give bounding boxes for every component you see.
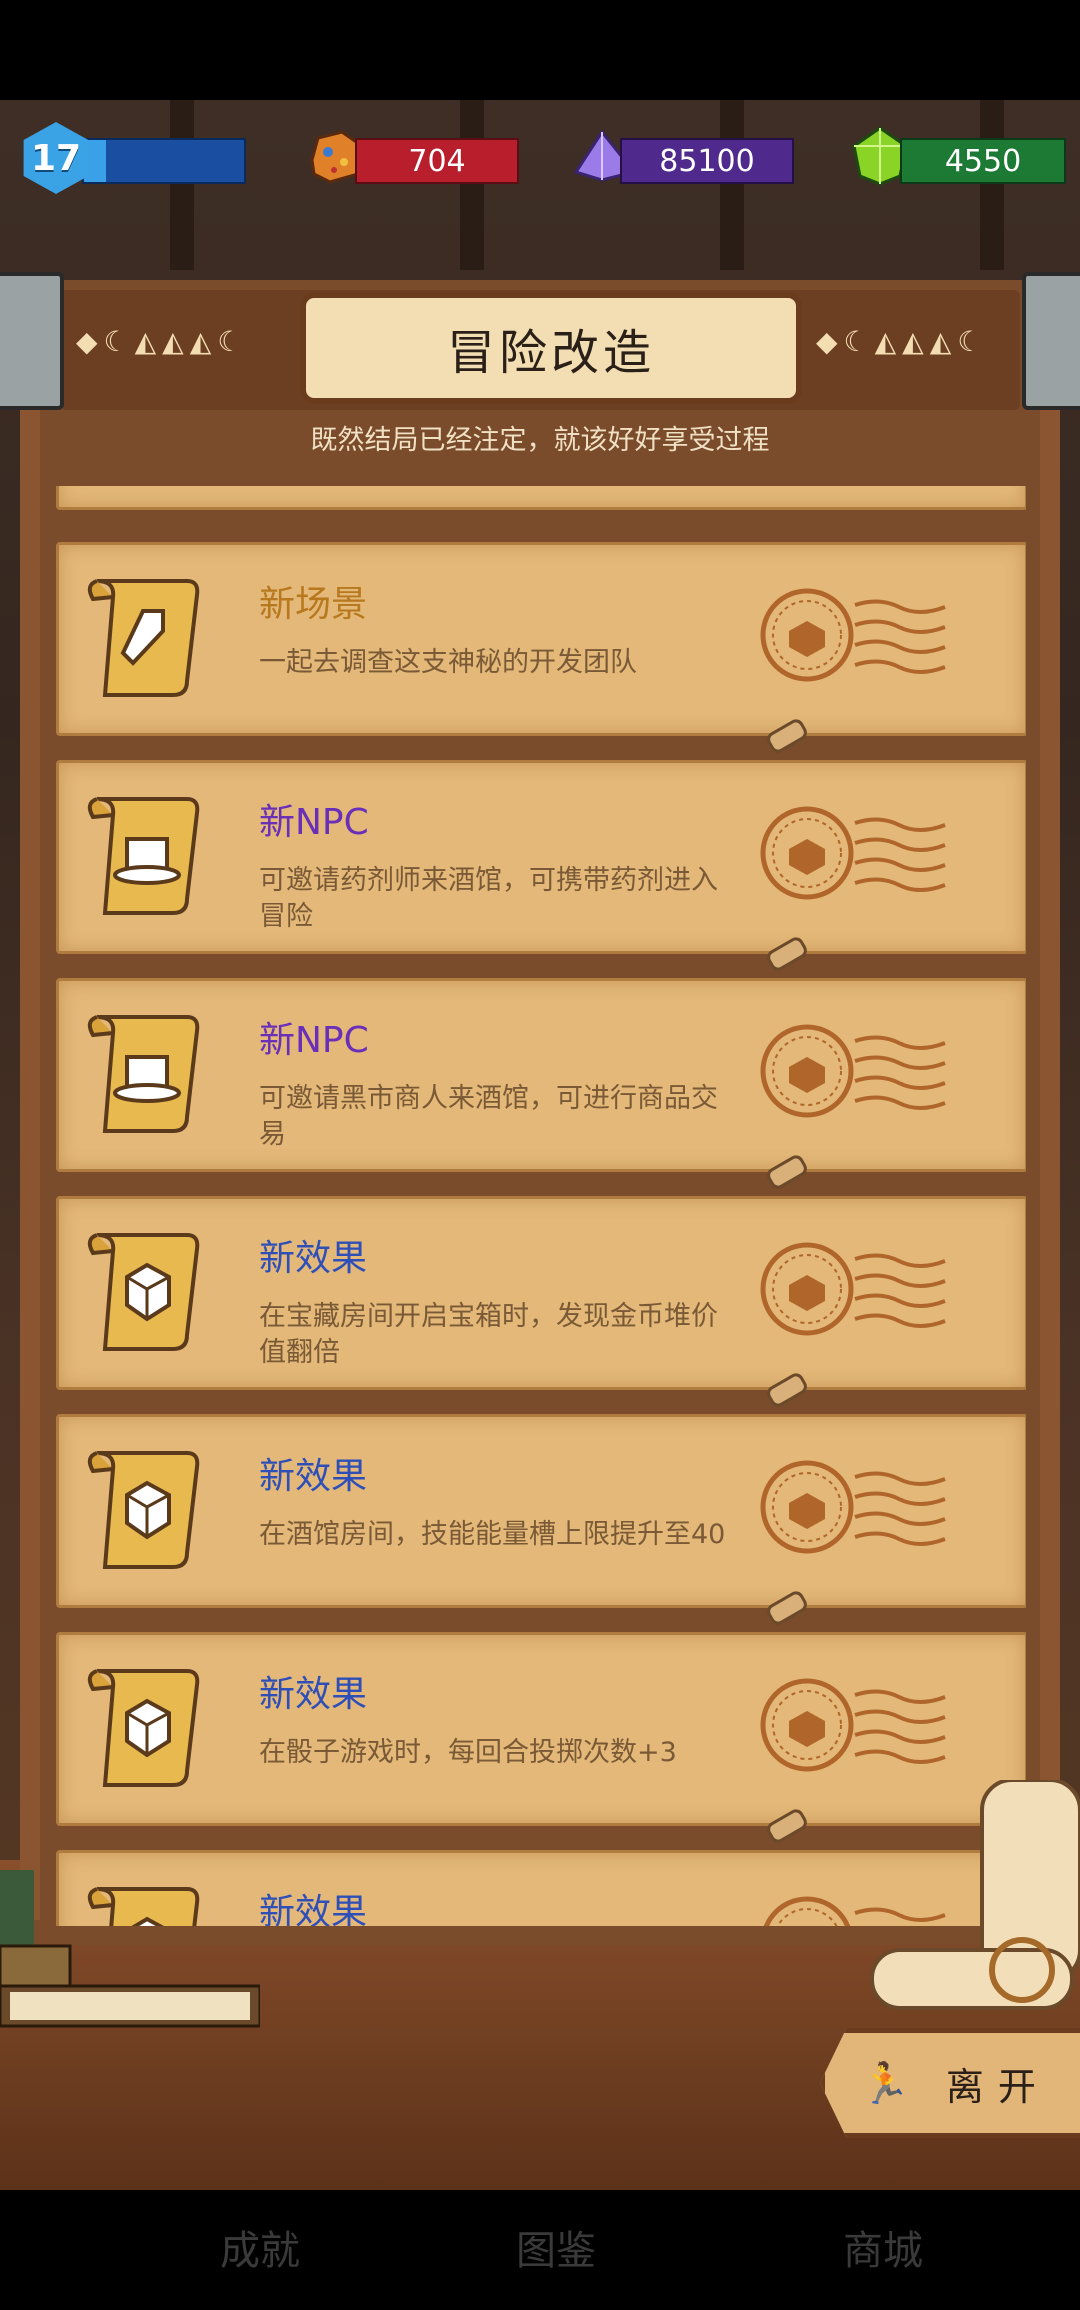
paper-clip-icon — [764, 1152, 810, 1192]
scroll-dice-icon — [87, 1451, 200, 1569]
list-item[interactable]: 新效果在酒馆房间，技能能量槽上限提升至40 — [56, 1414, 1026, 1628]
card-description: 在宝藏房间开启宝箱时，发现金币堆价值翻倍 — [259, 1301, 718, 1368]
wall-beam — [170, 100, 194, 270]
xp-bar — [82, 138, 246, 184]
wall-beam — [460, 100, 484, 270]
scroll-top-hat-icon — [87, 1015, 200, 1133]
ore-counter: 704 — [355, 138, 519, 184]
card-title: 新NPC — [259, 802, 369, 843]
card-description: 可邀请药剂师来酒馆，可携带药剂进入冒险 — [259, 865, 718, 932]
list-item[interactable] — [56, 486, 1026, 510]
postmark-stamp-icon — [760, 806, 946, 900]
postmark-stamp-icon — [760, 1460, 946, 1554]
card-title: 新NPC — [259, 1020, 369, 1061]
running-man-icon: 🏃 — [860, 2060, 924, 2107]
panel-title: 冒险改造 — [300, 292, 802, 404]
card-title: 新效果 — [259, 1238, 368, 1279]
panel-rail-right — [1040, 400, 1060, 1920]
card-description: 在酒馆房间，技能能量槽上限提升至40 — [259, 1519, 726, 1550]
metal-corner-right — [1022, 272, 1080, 410]
nav-achievements[interactable]: 成就 — [220, 2218, 300, 2276]
postmark-stamp-icon — [760, 1242, 946, 1336]
list-item[interactable]: 新场景一起去调查这支神秘的开发团队 — [56, 542, 1026, 756]
paper-clip-icon — [764, 1588, 810, 1628]
card-title: 新效果 — [259, 1892, 368, 1926]
leave-button[interactable]: 🏃 离开 — [820, 2028, 1080, 2138]
scroll-dice-icon — [87, 1233, 200, 1351]
scroll-wrench-icon — [87, 579, 200, 697]
postmark-stamp-icon — [760, 1678, 946, 1772]
gem-counter: 4550 — [900, 138, 1066, 184]
card-title: 新效果 — [259, 1456, 368, 1497]
nav-codex[interactable]: 图鉴 — [516, 2218, 596, 2276]
list-item[interactable]: 新NPC 可邀请黑市商人来酒馆，可进行商品交易 — [56, 978, 1026, 1192]
card-description: 一起去调查这支神秘的开发团队 — [259, 647, 637, 678]
card-title: 新场景 — [259, 584, 368, 625]
wall-beam — [720, 100, 744, 270]
rune-decoration-right: ◆☾◭◭◭☾ — [816, 325, 989, 358]
postmark-stamp-icon — [760, 1024, 946, 1118]
paper-clip-icon — [764, 1806, 810, 1846]
crystal-counter: 85100 — [620, 138, 794, 184]
paper-clip-icon — [764, 716, 810, 756]
postmark-stamp-icon — [760, 588, 946, 682]
books-decoration — [0, 1870, 260, 2028]
scroll-dice-icon — [87, 1669, 200, 1787]
scroll-top-hat-icon — [87, 797, 200, 915]
panel-rail-left — [20, 400, 40, 1920]
bottom-nav: 成就 图鉴 商城 — [0, 2190, 1080, 2310]
scroll-pile-decoration — [870, 1780, 1080, 2010]
wall-beam — [980, 100, 1004, 270]
upgrade-list[interactable]: 新场景一起去调查这支神秘的开发团队新NPC 可邀请药剂师来酒馆，可携带药剂进入冒险… — [52, 486, 1026, 1926]
card-title: 新效果 — [259, 1674, 368, 1715]
card-description: 在骰子游戏时，每回合投掷次数+3 — [259, 1737, 677, 1768]
card-description: 可邀请黑市商人来酒馆，可进行商品交易 — [259, 1083, 718, 1150]
metal-corner-left — [0, 272, 64, 410]
rune-decoration-left: ◆☾◭◭◭☾ — [76, 325, 249, 358]
leave-label: 离开 — [945, 2064, 1050, 2109]
panel-subtitle: 既然结局已经注定，就该好好享受过程 — [310, 425, 770, 456]
nav-shop[interactable]: 商城 — [843, 2218, 923, 2276]
paper-clip-icon — [764, 1370, 810, 1410]
list-item[interactable]: 新NPC 可邀请药剂师来酒馆，可携带药剂进入冒险 — [56, 760, 1026, 974]
paper-clip-icon — [764, 934, 810, 974]
list-item[interactable]: 新效果在宝藏房间开启宝箱时，发现金币堆价值翻倍 — [56, 1196, 1026, 1410]
